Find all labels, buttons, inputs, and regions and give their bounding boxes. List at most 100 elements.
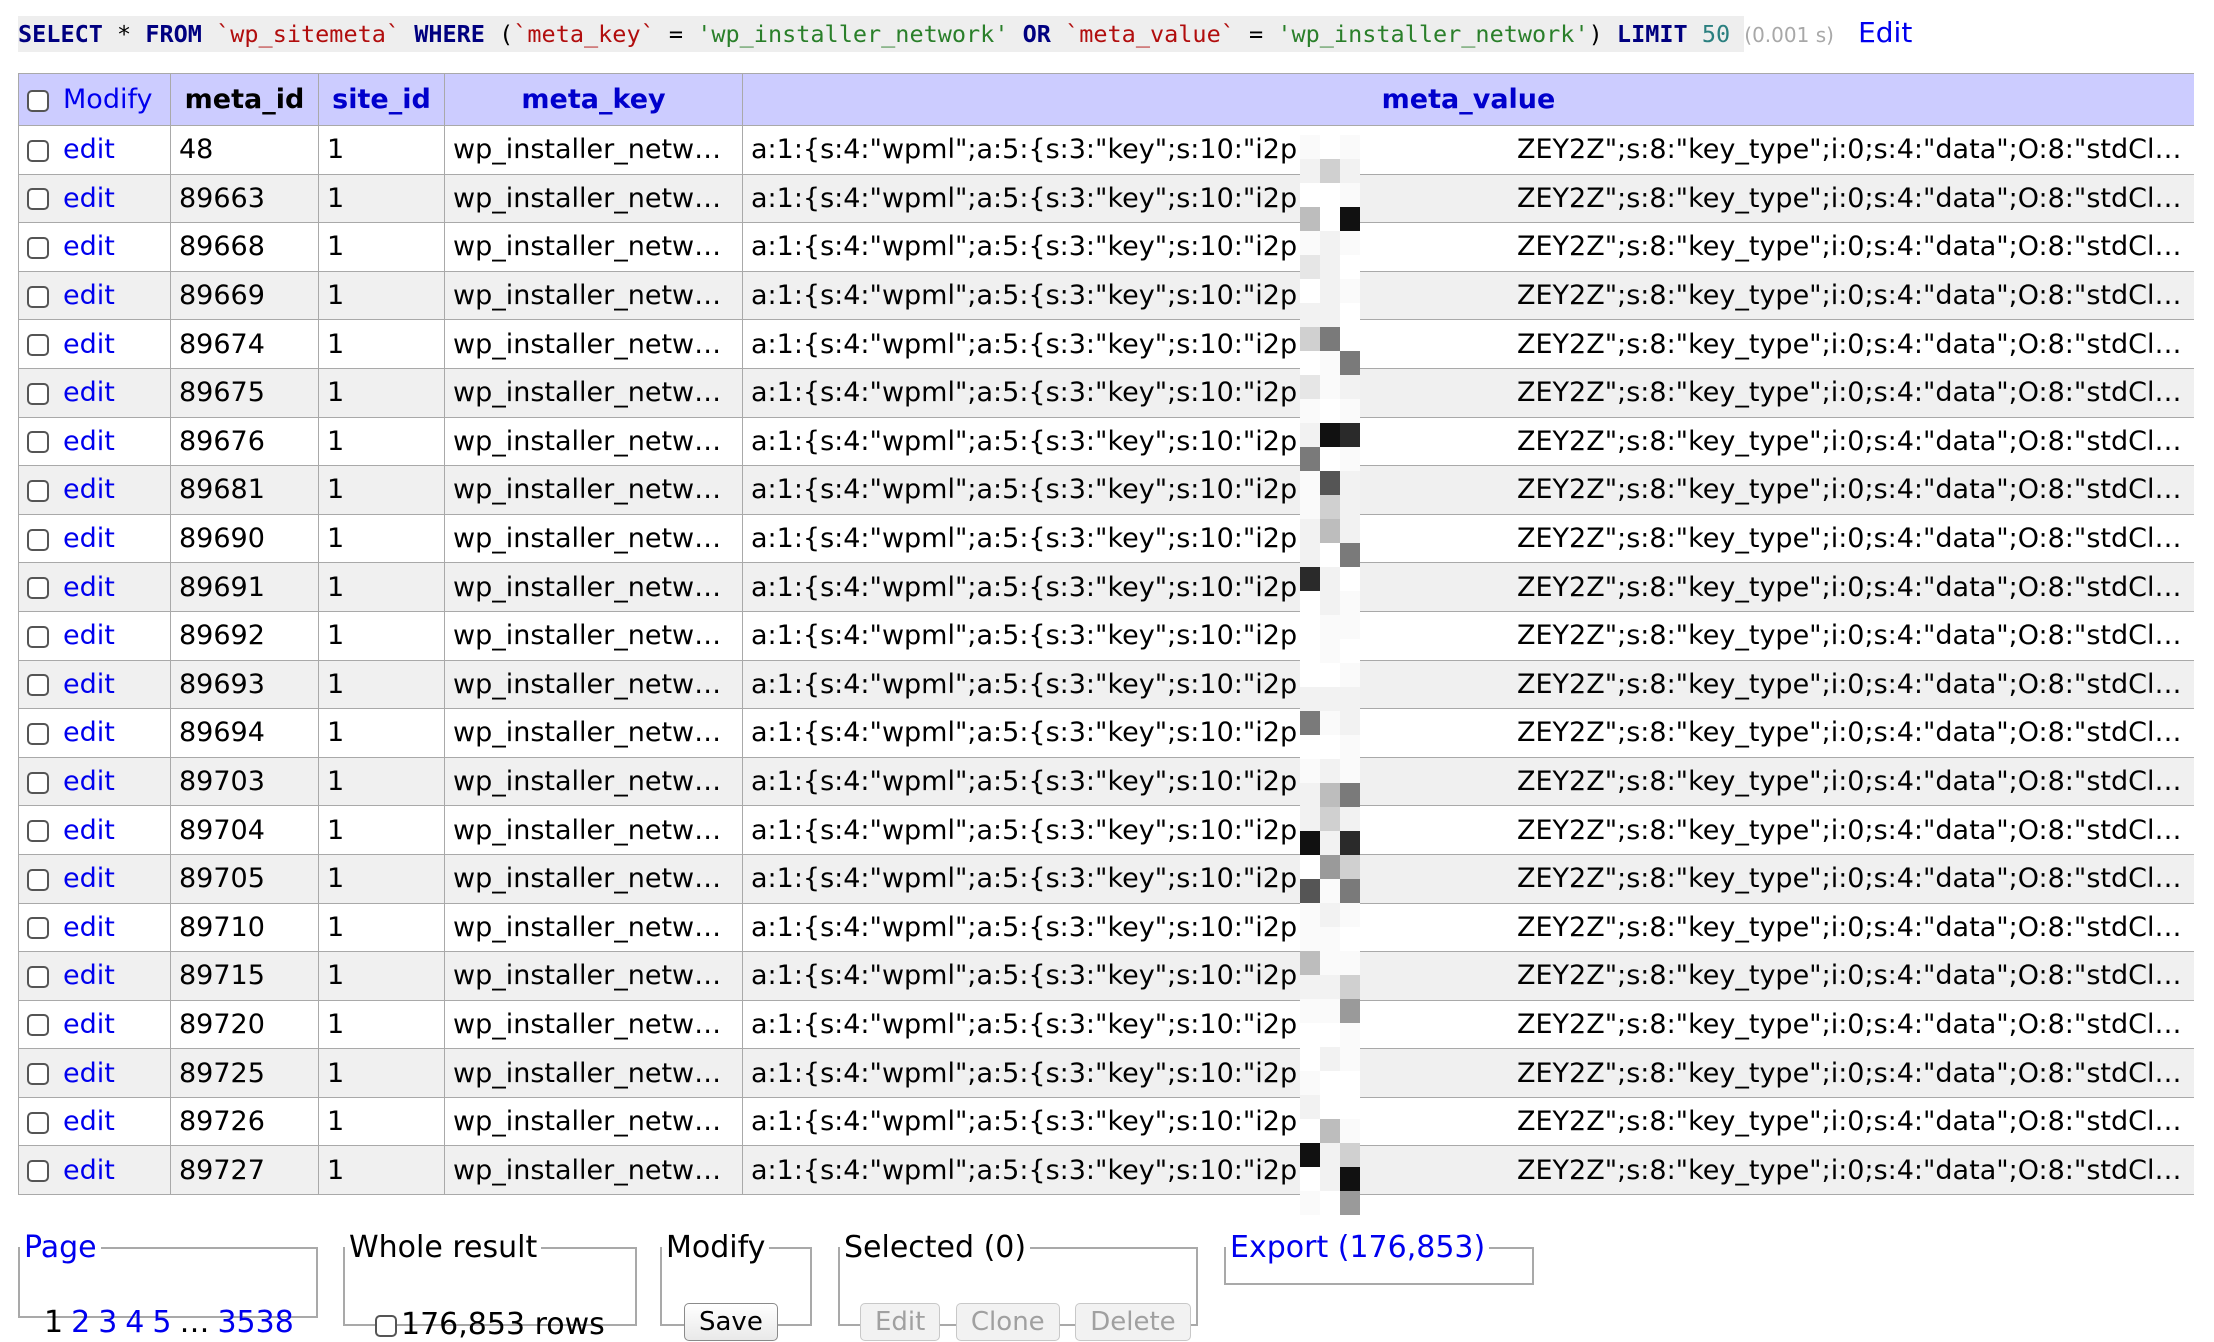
- page-link-3[interactable]: 3: [98, 1305, 117, 1340]
- page-link-last[interactable]: 3538: [217, 1305, 293, 1340]
- row-edit-link[interactable]: edit: [63, 669, 115, 700]
- meta-value-text: a:1:{s:4:"wpml";a:5:{s:3:"key";s:10:"i2p: [751, 1106, 1298, 1138]
- selected-clone-button[interactable]: Clone: [955, 1303, 1060, 1341]
- sql-query: SELECT * FROM `wp_sitemeta` WHERE (`meta…: [18, 14, 1912, 52]
- sql-string-value-1: 'wp_installer_network': [697, 20, 1009, 48]
- row-checkbox[interactable]: [27, 1160, 49, 1183]
- table-row: edit 89715 1 wp_installer_network a:1:{s:4:"…: [18, 951, 2194, 1001]
- row-checkbox[interactable]: [27, 382, 49, 405]
- site-id-cell: 1: [318, 756, 445, 807]
- row-checkbox[interactable]: [27, 334, 49, 357]
- meta-id-cell: 89692: [170, 610, 319, 661]
- selected-edit-button[interactable]: Edit: [860, 1303, 941, 1341]
- row-edit-link[interactable]: edit: [63, 1155, 115, 1186]
- row-edit-link[interactable]: edit: [63, 231, 115, 262]
- row-checkbox[interactable]: [27, 1111, 49, 1134]
- row-checkbox[interactable]: [27, 917, 49, 940]
- row-checkbox[interactable]: [27, 431, 49, 454]
- site-id-cell: 1: [318, 1096, 445, 1147]
- row-edit-link[interactable]: edit: [63, 620, 115, 651]
- site-id-column-header[interactable]: site_id: [318, 73, 445, 126]
- row-checkbox[interactable]: [27, 965, 49, 988]
- row-edit-link[interactable]: edit: [63, 280, 115, 311]
- row-edit-link[interactable]: edit: [63, 426, 115, 457]
- modify-header-link[interactable]: Modify: [63, 84, 152, 115]
- select-all-checkbox[interactable]: [27, 89, 49, 112]
- row-checkbox[interactable]: [27, 139, 49, 162]
- edit-query-link[interactable]: Edit: [1858, 16, 1912, 49]
- row-checkbox[interactable]: [27, 479, 49, 502]
- row-edit-link[interactable]: edit: [63, 1009, 115, 1040]
- query-timing: (0.001 s): [1744, 23, 1834, 47]
- whole-result-option[interactable]: 176,853 rows: [375, 1307, 605, 1342]
- site-id-cell: 1: [318, 173, 445, 224]
- row-checkbox[interactable]: [27, 771, 49, 794]
- table-row: edit 89674 1 wp_installer_network a:1:{s:4:"…: [18, 319, 2194, 369]
- page-link-2[interactable]: 2: [71, 1305, 90, 1340]
- row-edit-link[interactable]: edit: [63, 717, 115, 748]
- row-edit-link[interactable]: edit: [63, 912, 115, 943]
- selected-delete-button[interactable]: Delete: [1075, 1303, 1191, 1341]
- meta-value-text-tail: ZEY2Z";s:8:"key_type";i:0;s:4:"data";O:8…: [1517, 1154, 2194, 1186]
- meta-value-cell: a:1:{s:4:"wpml";a:5:{s:3:"key";s:10:"i2p…: [742, 902, 2194, 953]
- meta-value-cell: a:1:{s:4:"wpml";a:5:{s:3:"key";s:10:"i2p…: [742, 805, 2194, 855]
- meta-id-column-header[interactable]: meta_id: [170, 73, 319, 126]
- sql-where-keyword: WHERE: [414, 20, 485, 48]
- row-edit-link[interactable]: edit: [63, 960, 115, 991]
- export-link[interactable]: Export (176,853): [1230, 1230, 1485, 1265]
- meta-id-cell: 89669: [170, 270, 319, 321]
- page-link-5[interactable]: 5: [152, 1305, 171, 1340]
- row-edit-link[interactable]: edit: [63, 134, 115, 165]
- row-checkbox[interactable]: [27, 1063, 49, 1086]
- meta-key-column-header[interactable]: meta_key: [444, 73, 743, 126]
- row-edit-link[interactable]: edit: [63, 815, 115, 846]
- row-select-cell: edit: [18, 805, 171, 855]
- meta-value-column-header[interactable]: meta_value: [742, 73, 2194, 126]
- row-checkbox[interactable]: [27, 674, 49, 697]
- row-checkbox[interactable]: [27, 625, 49, 648]
- meta-key-cell: wp_installer_network: [444, 319, 743, 369]
- meta-id-cell: 89703: [170, 756, 319, 807]
- row-edit-link[interactable]: edit: [63, 1058, 115, 1089]
- row-edit-link[interactable]: edit: [63, 329, 115, 360]
- row-select-cell: edit: [18, 1145, 171, 1196]
- sql-equals-2: =: [1249, 20, 1264, 48]
- row-edit-link[interactable]: edit: [63, 766, 115, 797]
- row-checkbox[interactable]: [27, 1014, 49, 1037]
- row-edit-link[interactable]: edit: [63, 523, 115, 554]
- modify-column-header: Modify: [18, 73, 171, 126]
- site-id-cell: 1: [318, 465, 445, 515]
- meta-value-cell: a:1:{s:4:"wpml";a:5:{s:3:"key";s:10:"i2p…: [742, 610, 2194, 661]
- row-select-cell: edit: [18, 1048, 171, 1098]
- row-checkbox[interactable]: [27, 236, 49, 259]
- row-checkbox[interactable]: [27, 577, 49, 600]
- meta-value-text-tail: ZEY2Z";s:8:"key_type";i:0;s:4:"data";O:8…: [1517, 814, 2194, 846]
- redaction-pixel-strip: [1300, 135, 1360, 1215]
- row-edit-link[interactable]: edit: [63, 572, 115, 603]
- row-checkbox[interactable]: [27, 528, 49, 551]
- site-id-cell: 1: [318, 270, 445, 321]
- row-edit-link[interactable]: edit: [63, 474, 115, 505]
- meta-id-cell: 89674: [170, 319, 319, 369]
- row-edit-link[interactable]: edit: [63, 183, 115, 214]
- meta-value-text: a:1:{s:4:"wpml";a:5:{s:3:"key";s:10:"i2p: [751, 523, 1298, 555]
- row-checkbox[interactable]: [27, 722, 49, 745]
- table-row: edit 48 1 wp_installer_network a:1:{s:4:"wpm…: [18, 125, 2194, 175]
- export-fieldset: Export (176,853): [1224, 1230, 1534, 1285]
- meta-value-cell: a:1:{s:4:"wpml";a:5:{s:3:"key";s:10:"i2p…: [742, 708, 2194, 758]
- row-edit-link[interactable]: edit: [63, 1106, 115, 1137]
- row-edit-link[interactable]: edit: [63, 377, 115, 408]
- whole-result-checkbox[interactable]: [375, 1314, 397, 1337]
- selected-fieldset: Selected (0) Edit Clone Delete: [838, 1230, 1198, 1341]
- row-checkbox[interactable]: [27, 868, 49, 891]
- row-checkbox[interactable]: [27, 820, 49, 843]
- meta-value-text-tail: ZEY2Z";s:8:"key_type";i:0;s:4:"data";O:8…: [1517, 231, 2194, 263]
- row-checkbox[interactable]: [27, 188, 49, 211]
- row-select-cell: edit: [18, 1096, 171, 1147]
- row-edit-link[interactable]: edit: [63, 863, 115, 894]
- page-link-4[interactable]: 4: [125, 1305, 144, 1340]
- save-button[interactable]: Save: [684, 1303, 778, 1341]
- row-checkbox[interactable]: [27, 285, 49, 308]
- meta-value-text-tail: ZEY2Z";s:8:"key_type";i:0;s:4:"data";O:8…: [1517, 863, 2194, 895]
- meta-value-text: a:1:{s:4:"wpml";a:5:{s:3:"key";s:10:"i2p: [751, 474, 1298, 506]
